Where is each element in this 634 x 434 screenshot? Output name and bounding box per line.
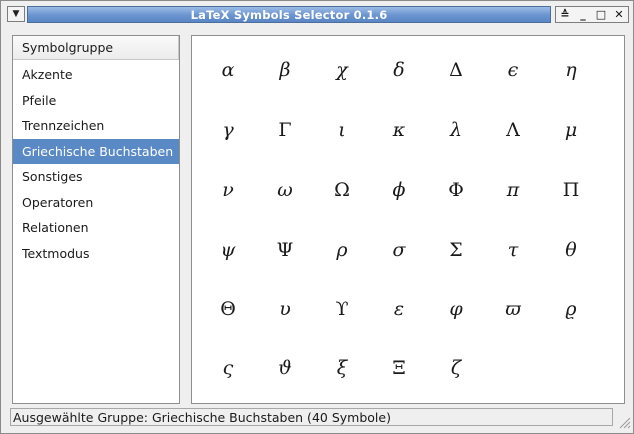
list-item[interactable]: Textmodus [13, 241, 179, 267]
symbol-cell[interactable]: ς [204, 350, 252, 386]
symbol-cell[interactable]: Ψ [261, 232, 309, 268]
symbol-cell[interactable]: π [489, 172, 537, 208]
title-bar[interactable]: ▼ LaTeX Symbols Selector 0.1.6 ≙ _ □ ✕ [3, 3, 631, 25]
symbol-cell[interactable]: ρ [318, 232, 366, 268]
symbol-cell[interactable]: Γ [261, 112, 309, 148]
symbol-cell[interactable]: ω [261, 172, 309, 208]
symbol-cell[interactable]: ϑ [261, 350, 309, 386]
symbol-cell[interactable]: γ [204, 112, 252, 148]
window-controls: ≙ _ □ ✕ [555, 6, 629, 23]
symbol-cell[interactable]: φ [432, 291, 480, 327]
list-item[interactable]: Pfeile [13, 88, 179, 114]
symbol-cell[interactable]: Ω [318, 172, 366, 208]
resize-grip-icon[interactable] [617, 415, 631, 429]
symbol-cell[interactable]: η [547, 52, 595, 88]
symbol-cell[interactable]: Π [547, 172, 595, 208]
status-bar: Ausgewählte Gruppe: Griechische Buchstab… [10, 408, 613, 426]
symbol-cell[interactable]: ϕ [375, 172, 423, 208]
list-item[interactable]: Sonstiges [13, 164, 179, 190]
symbol-cell[interactable]: υ [261, 291, 309, 327]
symbol-cell[interactable]: Δ [432, 52, 480, 88]
symbol-cell[interactable]: ϒ [318, 291, 366, 327]
symbol-cell[interactable]: ϵ [489, 52, 537, 88]
symbol-cell[interactable]: κ [375, 112, 423, 148]
list-items: Akzente Pfeile Trennzeichen Griechische Buc… [13, 62, 179, 266]
symbol-cell[interactable]: ι [318, 112, 366, 148]
shade-icon[interactable]: ≙ [557, 7, 573, 22]
list-header[interactable]: Symbolgruppe [13, 36, 179, 60]
symbol-cell[interactable]: ζ [432, 350, 480, 386]
symbol-grid: αβχδΔϵη γΓικλΛμ νωΩϕΦπΠψΨρσΣτθ Θυϒεφϖϱ ςϑξΞζ [191, 35, 625, 404]
maximize-icon[interactable]: □ [593, 7, 609, 22]
symbol-cell[interactable]: ϱ [547, 291, 595, 327]
symbol-cell[interactable]: α [204, 52, 252, 88]
symbol-cell[interactable]: Ξ [375, 350, 423, 386]
symbol-cell[interactable]: ξ [318, 350, 366, 386]
window-menu-icon[interactable]: ▼ [7, 6, 25, 22]
symbol-cell[interactable]: λ [432, 112, 480, 148]
symbol-cell[interactable]: τ [489, 232, 537, 268]
symbol-cell[interactable]: ν [204, 172, 252, 208]
symbol-cell[interactable]: ϖ [489, 291, 537, 327]
symbol-cell[interactable]: ε [375, 291, 423, 327]
title-strip[interactable]: LaTeX Symbols Selector 0.1.6 [27, 6, 551, 23]
symbol-cell[interactable]: β [261, 52, 309, 88]
symbol-cell[interactable]: θ [547, 232, 595, 268]
symbol-cell[interactable]: Θ [204, 291, 252, 327]
symbol-group-list[interactable]: Symbolgruppe Akzente Pfeile Trennzeichen Gr… [12, 35, 180, 404]
list-item[interactable]: Griechische Buchstaben [13, 138, 179, 164]
symbol-cell[interactable]: χ [318, 52, 366, 88]
symbol-cell[interactable]: Λ [489, 112, 537, 148]
close-icon[interactable]: ✕ [611, 7, 627, 22]
symbol-cell[interactable]: Φ [432, 172, 480, 208]
symbol-cell[interactable]: δ [375, 52, 423, 88]
symbol-cell[interactable]: Σ [432, 232, 480, 268]
list-item[interactable]: Operatoren [13, 190, 179, 216]
app-window: ▼ LaTeX Symbols Selector 0.1.6 ≙ _ □ ✕ S… [0, 0, 634, 434]
minimize-icon[interactable]: _ [575, 7, 591, 22]
status-text: Ausgewählte Gruppe: Griechische Buchstab… [13, 410, 391, 425]
symbol-cell[interactable]: σ [375, 232, 423, 268]
symbol-cell[interactable]: μ [547, 112, 595, 148]
list-item[interactable]: Trennzeichen [13, 113, 179, 139]
list-item[interactable]: Akzente [13, 62, 179, 88]
window-title: LaTeX Symbols Selector 0.1.6 [190, 7, 388, 22]
symbol-cell[interactable]: ψ [204, 232, 252, 268]
list-item[interactable]: Relationen [13, 215, 179, 241]
